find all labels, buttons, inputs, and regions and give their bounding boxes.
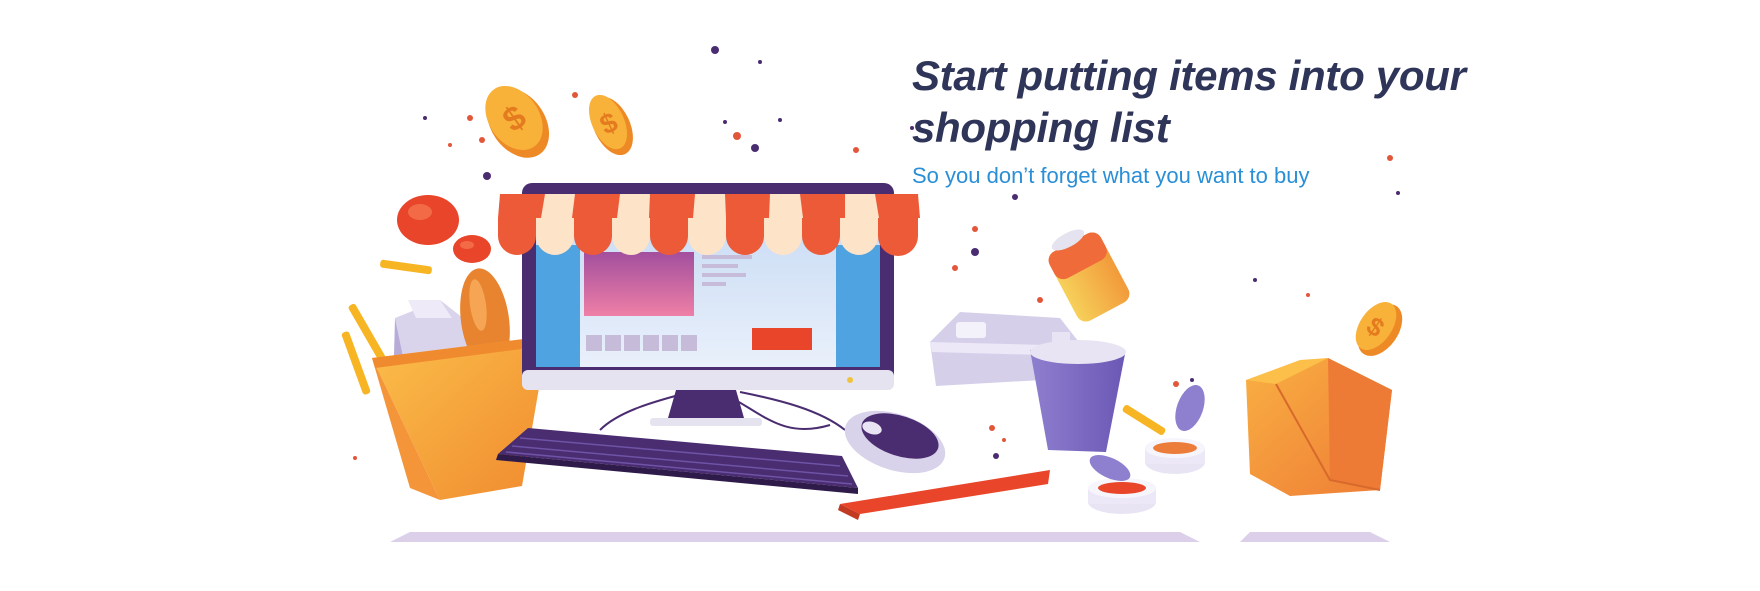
subline: So you don’t forget what you want to buy [912, 163, 1310, 188]
shop-awning-icon [498, 194, 920, 256]
coin-icon: $ [485, 85, 550, 158]
headline: Start putting items into your shopping l… [912, 52, 1466, 151]
tray-icon [838, 470, 1050, 520]
floor-shadow [390, 532, 1390, 542]
mouse-icon [844, 410, 946, 474]
coin-icon: $ [589, 94, 633, 156]
online-shopping-illustration: $ $ $ [341, 46, 1403, 542]
tomato-icon [453, 235, 491, 263]
grocery-bag-icon [372, 268, 548, 500]
takeout-box-icon [1246, 358, 1392, 496]
headline-block: Start putting items into your shopping l… [912, 50, 1472, 190]
drink-can-icon [1048, 229, 1130, 322]
keyboard-icon [496, 428, 858, 494]
coin-icon: $ [1355, 302, 1403, 356]
tomato-icon [397, 195, 459, 245]
empty-shopping-list-banner: $ $ $ Start putting items into your shop… [0, 0, 1760, 591]
cup-icon [1030, 332, 1126, 452]
